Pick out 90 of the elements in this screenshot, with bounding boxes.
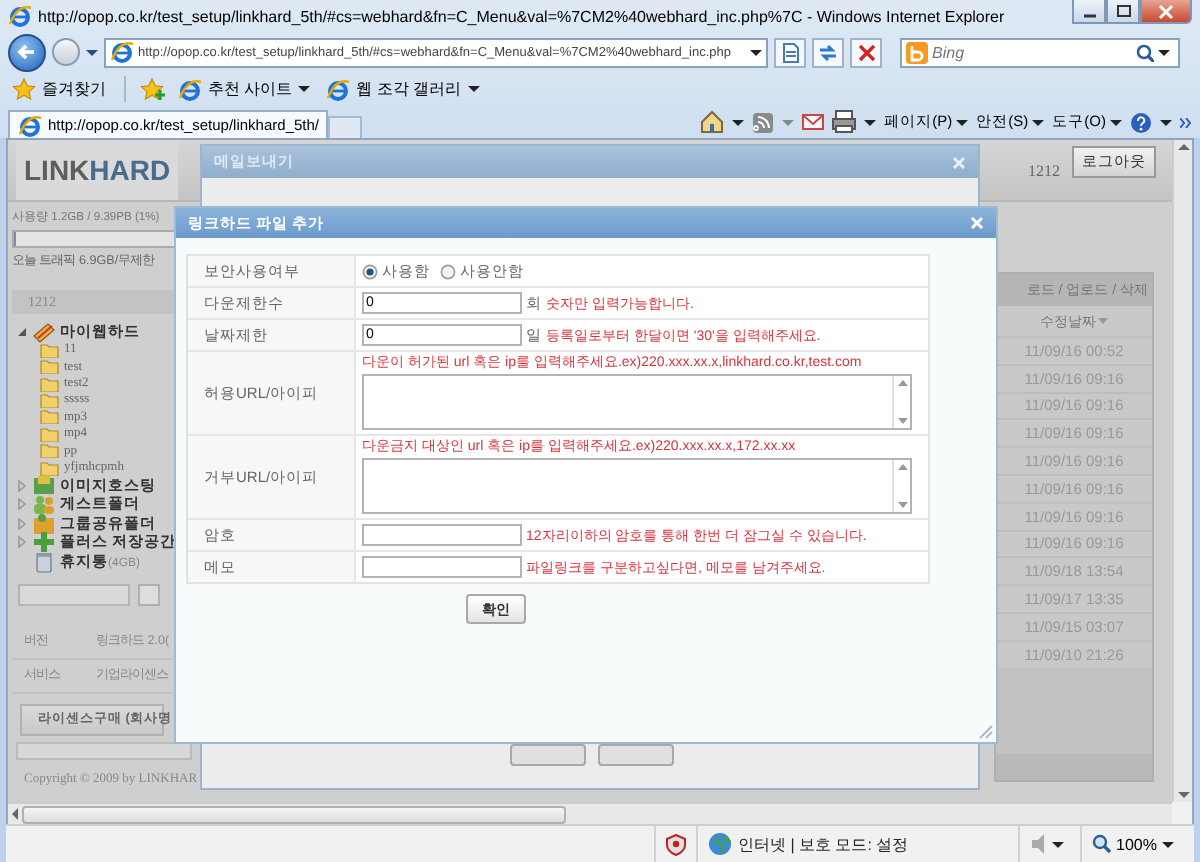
caret-icon: [750, 49, 762, 55]
magnifier-icon: [1092, 834, 1112, 855]
e-logo-icon: [110, 40, 134, 64]
add-favorite-icon[interactable]: [140, 77, 166, 101]
maximize-icon: [1115, 4, 1131, 18]
scroll-down-icon[interactable]: [897, 502, 907, 508]
expand-arrow-icon[interactable]: [16, 325, 28, 338]
people-icon: [32, 492, 56, 517]
close-icon[interactable]: [952, 155, 966, 169]
minimize-button[interactable]: [1072, 0, 1106, 24]
stop-icon: [857, 43, 875, 61]
arrow-left-icon: [16, 42, 38, 62]
scroll-up-icon[interactable]: [1177, 144, 1189, 150]
scroll-down-icon[interactable]: [1177, 792, 1189, 799]
radio-button[interactable]: [440, 263, 456, 279]
caret-icon: [956, 119, 969, 125]
input-field[interactable]: [362, 524, 522, 546]
caret-icon: [467, 86, 480, 92]
resize-grip-icon[interactable]: [976, 722, 994, 740]
horizontal-scrollbar[interactable]: [8, 802, 1172, 825]
caret-icon: [1110, 119, 1122, 125]
forward-button[interactable]: [52, 38, 80, 66]
scroll-left-icon[interactable]: [12, 808, 18, 821]
logo: LINKHARD: [16, 140, 179, 200]
caret-icon: [1160, 119, 1172, 125]
feed-icon[interactable]: [752, 111, 775, 133]
text-field[interactable]: [18, 583, 130, 606]
page-icon: [780, 41, 800, 63]
radio-button[interactable]: [362, 263, 378, 279]
favorites-button[interactable]: 즐겨찾기: [8, 78, 110, 100]
vertical-scrollbar[interactable]: [1172, 140, 1192, 803]
close-icon: [1158, 3, 1174, 19]
maximize-button[interactable]: [1106, 0, 1140, 24]
star-icon: [12, 78, 36, 100]
caret-icon: [732, 119, 745, 125]
mail-icon[interactable]: [802, 112, 825, 132]
search-bar[interactable]: Bing: [900, 37, 1180, 67]
favorites-link[interactable]: 웹 조각 갤러리: [322, 77, 484, 101]
zone-text: 인터넷 | 보호 모드: 설정: [738, 833, 909, 856]
speaker-icon[interactable]: [1030, 832, 1046, 857]
scroll-up-icon[interactable]: [897, 464, 907, 470]
refresh-icon: [818, 42, 838, 62]
scrollbar[interactable]: [892, 460, 910, 512]
folder-icon: [32, 511, 56, 536]
e-logo-icon: [178, 77, 202, 101]
dialog-button[interactable]: [598, 744, 674, 766]
e-logo-icon: [8, 4, 32, 28]
dialog-button[interactable]: [510, 744, 586, 766]
usb-drive-icon: [32, 319, 56, 344]
caret-icon: [1032, 119, 1045, 125]
caret-icon: [782, 119, 795, 125]
text-area[interactable]: [362, 374, 912, 430]
chevron-icon[interactable]: [1180, 117, 1192, 127]
input-field[interactable]: [362, 556, 522, 578]
caret-icon: [298, 86, 311, 92]
e-logo-icon: [326, 77, 351, 101]
scrollbar[interactable]: [16, 741, 192, 760]
picture-folder-icon: [32, 473, 56, 498]
stop-button[interactable]: [850, 37, 882, 67]
text-area[interactable]: [362, 458, 912, 514]
caret-icon: [1052, 841, 1064, 848]
zoom-button[interactable]: 100%: [1092, 834, 1157, 855]
favorites-link[interactable]: 추천 사이트: [174, 77, 315, 101]
scrollbar[interactable]: [892, 376, 910, 428]
caret-icon: [1162, 841, 1175, 848]
sort-icon: [1098, 318, 1108, 324]
home-icon[interactable]: [700, 110, 725, 134]
caret-icon: [864, 119, 877, 125]
plus-icon: [32, 530, 56, 555]
new-tab-button[interactable]: [328, 116, 362, 138]
printer-icon[interactable]: [832, 110, 857, 134]
shield-icon: [666, 833, 686, 856]
back-button[interactable]: [8, 33, 46, 71]
caret-icon: [86, 49, 98, 55]
bing-logo-icon: [906, 41, 928, 63]
search-field[interactable]: Bing: [932, 43, 1132, 61]
refresh-button[interactable]: [812, 37, 844, 67]
window-title: http://opop.co.kr/test_setup/linkhard_5th/#cs=webhard&fn=C_Menu&val=%7CM2%40webhard_inc.php%7C - Windows Internet Explorer: [38, 7, 1005, 25]
close-button[interactable]: [1140, 0, 1192, 24]
caret-icon: [1158, 49, 1170, 55]
small-button[interactable]: [138, 583, 160, 606]
help-icon[interactable]: [1130, 111, 1152, 133]
search-icon[interactable]: [1136, 43, 1154, 61]
scroll-up-icon[interactable]: [897, 380, 907, 386]
e-logo-icon: [18, 113, 42, 137]
compatibility-button[interactable]: [774, 37, 806, 67]
scroll-down-icon[interactable]: [897, 418, 907, 424]
globe-icon: [708, 832, 732, 857]
trash-can-icon: [32, 549, 56, 574]
user-name: 1212: [1028, 161, 1060, 179]
